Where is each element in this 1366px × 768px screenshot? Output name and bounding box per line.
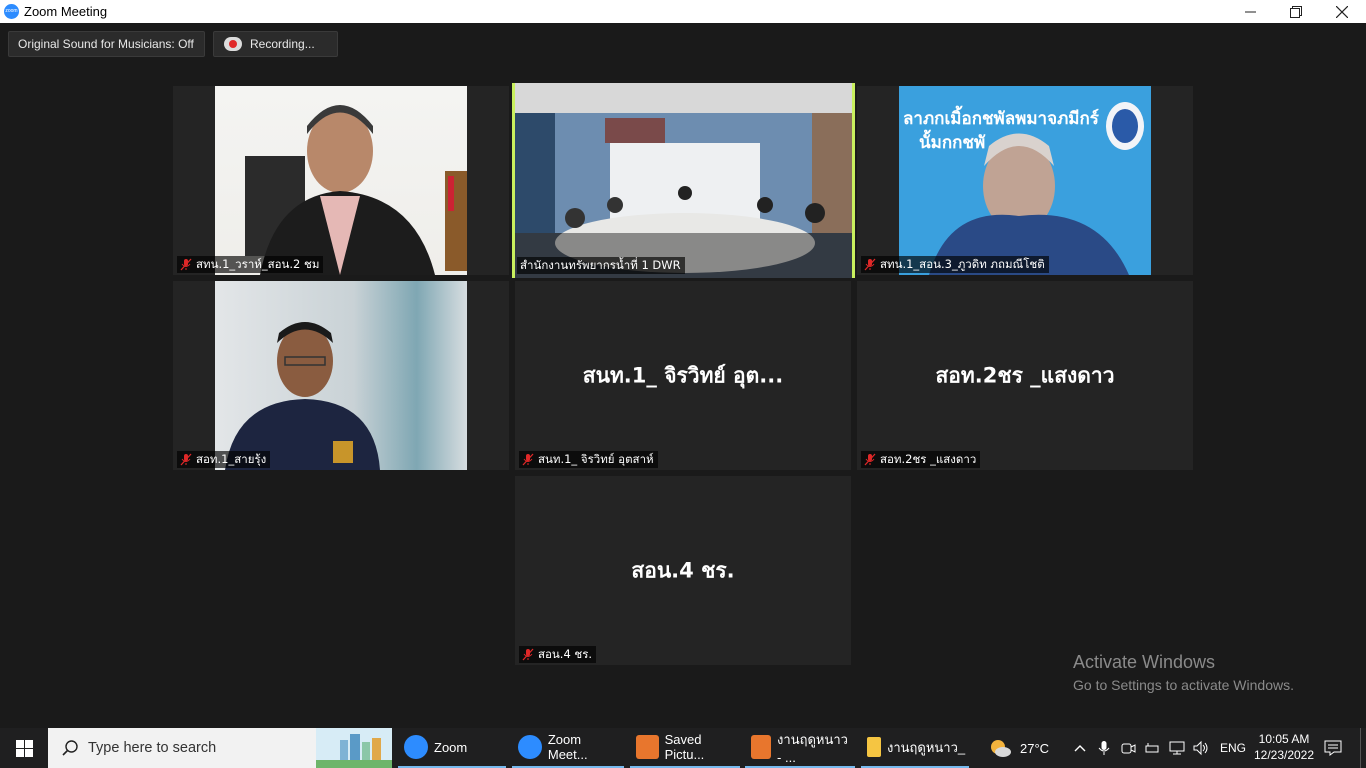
restore-icon	[1290, 5, 1302, 18]
mic-muted-icon	[522, 648, 534, 661]
window-title: Zoom Meeting	[24, 4, 108, 19]
participant-video	[215, 281, 467, 470]
system-tray: ENG	[1072, 728, 1246, 768]
participant-nametag: สนท.1_ จิรวิทย์ อุตสาห์	[519, 451, 658, 468]
minimize-button[interactable]	[1227, 0, 1273, 23]
participant-display-name: สอท.2ชร _แสงดาว	[935, 363, 1115, 387]
participant-nametag: สทน.1_สอน.3_ภูวดิท ภถมณีโชติ	[861, 256, 1049, 273]
recording-indicator[interactable]: Recording...	[213, 31, 338, 57]
weather-partly-cloudy-icon	[991, 740, 1011, 757]
recording-icon	[224, 36, 242, 51]
clock-time: 10:05 AM	[1258, 732, 1310, 746]
photo-viewer-icon	[751, 735, 772, 759]
participant-display-name: สอน.4 ชร.	[631, 558, 735, 582]
mic-muted-icon	[522, 453, 534, 466]
start-button[interactable]	[0, 728, 48, 768]
weather-temp: 27°C	[1020, 740, 1050, 756]
zoom-app-icon: zoom	[4, 4, 19, 19]
participant-nametag: สอท.2ชร _แสงดาว	[861, 451, 981, 468]
original-sound-button[interactable]: Original Sound for Musicians: Off	[8, 31, 205, 57]
participant-tile-active-speaker[interactable]: สำนักงานทรัพยากรน้ำที่ 1 DWR	[512, 83, 855, 278]
language-indicator[interactable]: ENG	[1220, 741, 1246, 755]
participant-display-name: สนท.1_ จิรวิทย์ อุต...	[582, 363, 784, 387]
participant-video-image: ลาภกเมิ้อกชพัลพมาจภมีกร์ นั้มกกชพั	[899, 86, 1151, 275]
participant-tile[interactable]: ลาภกเมิ้อกชพัลพมาจภมีกร์ นั้มกกชพั สทน.1…	[857, 86, 1193, 275]
taskbar-app-zoom-meeting[interactable]: Zoom Meet...	[512, 728, 624, 768]
folder-icon	[867, 737, 881, 757]
taskbar-app-label: Zoom	[434, 739, 468, 755]
participant-nametag: สทน.1_วราห์_สอน.2 ชม	[177, 256, 324, 273]
participant-video	[215, 86, 467, 275]
taskbar-search-box[interactable]: Type here to search	[48, 728, 392, 768]
network-icon[interactable]	[1168, 740, 1186, 756]
participant-nametag: สำนักงานทรัพยากรน้ำที่ 1 DWR	[517, 257, 685, 274]
close-button[interactable]	[1319, 0, 1365, 23]
taskbar-app-label: Saved Pictu...	[664, 732, 705, 762]
participant-tile[interactable]: สอท.1_สายรุ้ง	[173, 281, 509, 470]
participant-video-image	[225, 322, 380, 470]
participant-tile[interactable]: สนท.1_ จิรวิทย์ อุต... สนท.1_ จิรวิทย์ อ…	[515, 281, 851, 470]
mic-muted-icon	[180, 453, 192, 466]
taskbar-app-saved-pictures[interactable]: Saved Pictu...	[630, 728, 740, 768]
taskbar-app-photo[interactable]: งานฤดูหนาว - ...	[745, 728, 855, 768]
taskbar-app-label: งานฤดูหนาว - ...	[777, 732, 848, 765]
zoom-icon	[518, 735, 542, 759]
notification-icon	[1324, 740, 1342, 756]
participant-video-image	[515, 83, 852, 278]
participant-name: สอท.2ชร _แสงดาว	[880, 452, 977, 466]
volume-icon[interactable]	[1192, 740, 1210, 756]
chevron-up-icon[interactable]	[1072, 740, 1088, 756]
watermark-title: Activate Windows	[1073, 652, 1216, 672]
restore-button[interactable]	[1273, 0, 1319, 23]
notification-center-button[interactable]	[1324, 728, 1342, 768]
zoom-icon	[404, 735, 428, 759]
search-icon	[62, 740, 78, 756]
recording-label: Recording...	[250, 37, 315, 51]
close-icon	[1336, 5, 1348, 18]
watermark-subtitle: Go to Settings to activate Windows.	[1073, 677, 1294, 693]
mic-muted-icon	[864, 453, 876, 466]
taskbar-clock[interactable]: 10:05 AM 12/23/2022	[1246, 731, 1322, 763]
participant-name: สอน.4 ชร.	[538, 647, 593, 661]
windows-logo-icon	[15, 739, 33, 757]
participant-name: สนท.1_ จิรวิทย์ อุตสาห์	[538, 452, 654, 466]
participant-tile[interactable]: สอท.2ชร _แสงดาว สอท.2ชร _แสงดาว	[857, 281, 1193, 470]
search-highlight-illustration	[316, 728, 392, 768]
participant-video: ลาภกเมิ้อกชพัลพมาจภมีกร์ นั้มกกชพั	[899, 86, 1151, 275]
photo-viewer-icon	[636, 735, 659, 759]
window-titlebar: zoom Zoom Meeting	[0, 0, 1366, 23]
weather-widget[interactable]: 27°C	[988, 728, 1049, 768]
taskbar-app-label: Zoom Meet...	[547, 732, 588, 762]
participant-nametag: สอน.4 ชร.	[519, 646, 597, 663]
windows-taskbar: Type here to search Zoom Zoom Meet... Sa…	[0, 728, 1366, 768]
camera-icon[interactable]	[1120, 740, 1136, 756]
microphone-icon[interactable]	[1096, 740, 1112, 756]
search-placeholder: Type here to search	[88, 740, 217, 756]
participant-video	[515, 83, 852, 278]
participant-nametag: สอท.1_สายรุ้ง	[177, 451, 271, 468]
pen-icon[interactable]	[1144, 740, 1160, 756]
taskbar-app-zoom[interactable]: Zoom	[398, 728, 506, 768]
participant-name: สำนักงานทรัพยากรน้ำที่ 1 DWR	[520, 258, 681, 272]
participant-name: สอท.1_สายรุ้ง	[196, 452, 267, 466]
mic-muted-icon	[864, 258, 876, 271]
svg-text:นั้มกกชพั: นั้มกกชพั	[919, 129, 986, 153]
participant-tile[interactable]: สทน.1_วราห์_สอน.2 ชม	[173, 86, 509, 275]
show-desktop-button[interactable]	[1360, 728, 1361, 768]
clock-date: 12/23/2022	[1253, 748, 1315, 762]
participant-video-image	[245, 105, 467, 275]
participant-tile[interactable]: สอน.4 ชร. สอน.4 ชร.	[515, 476, 851, 665]
taskbar-app-folder[interactable]: งานฤดูหนาว_	[861, 728, 969, 768]
participant-name: สทน.1_สอน.3_ภูวดิท ภถมณีโชติ	[880, 257, 1045, 271]
minimize-icon	[1244, 11, 1256, 13]
participant-name: สทน.1_วราห์_สอน.2 ชม	[196, 257, 320, 271]
svg-text:ลาภกเมิ้อกชพัลพมาจภมีกร์: ลาภกเมิ้อกชพัลพมาจภมีกร์	[903, 105, 1100, 129]
activate-windows-watermark: Activate Windows Go to Settings to activ…	[1073, 652, 1294, 693]
taskbar-app-label: งานฤดูหนาว_	[887, 739, 966, 755]
mic-muted-icon	[180, 258, 192, 271]
